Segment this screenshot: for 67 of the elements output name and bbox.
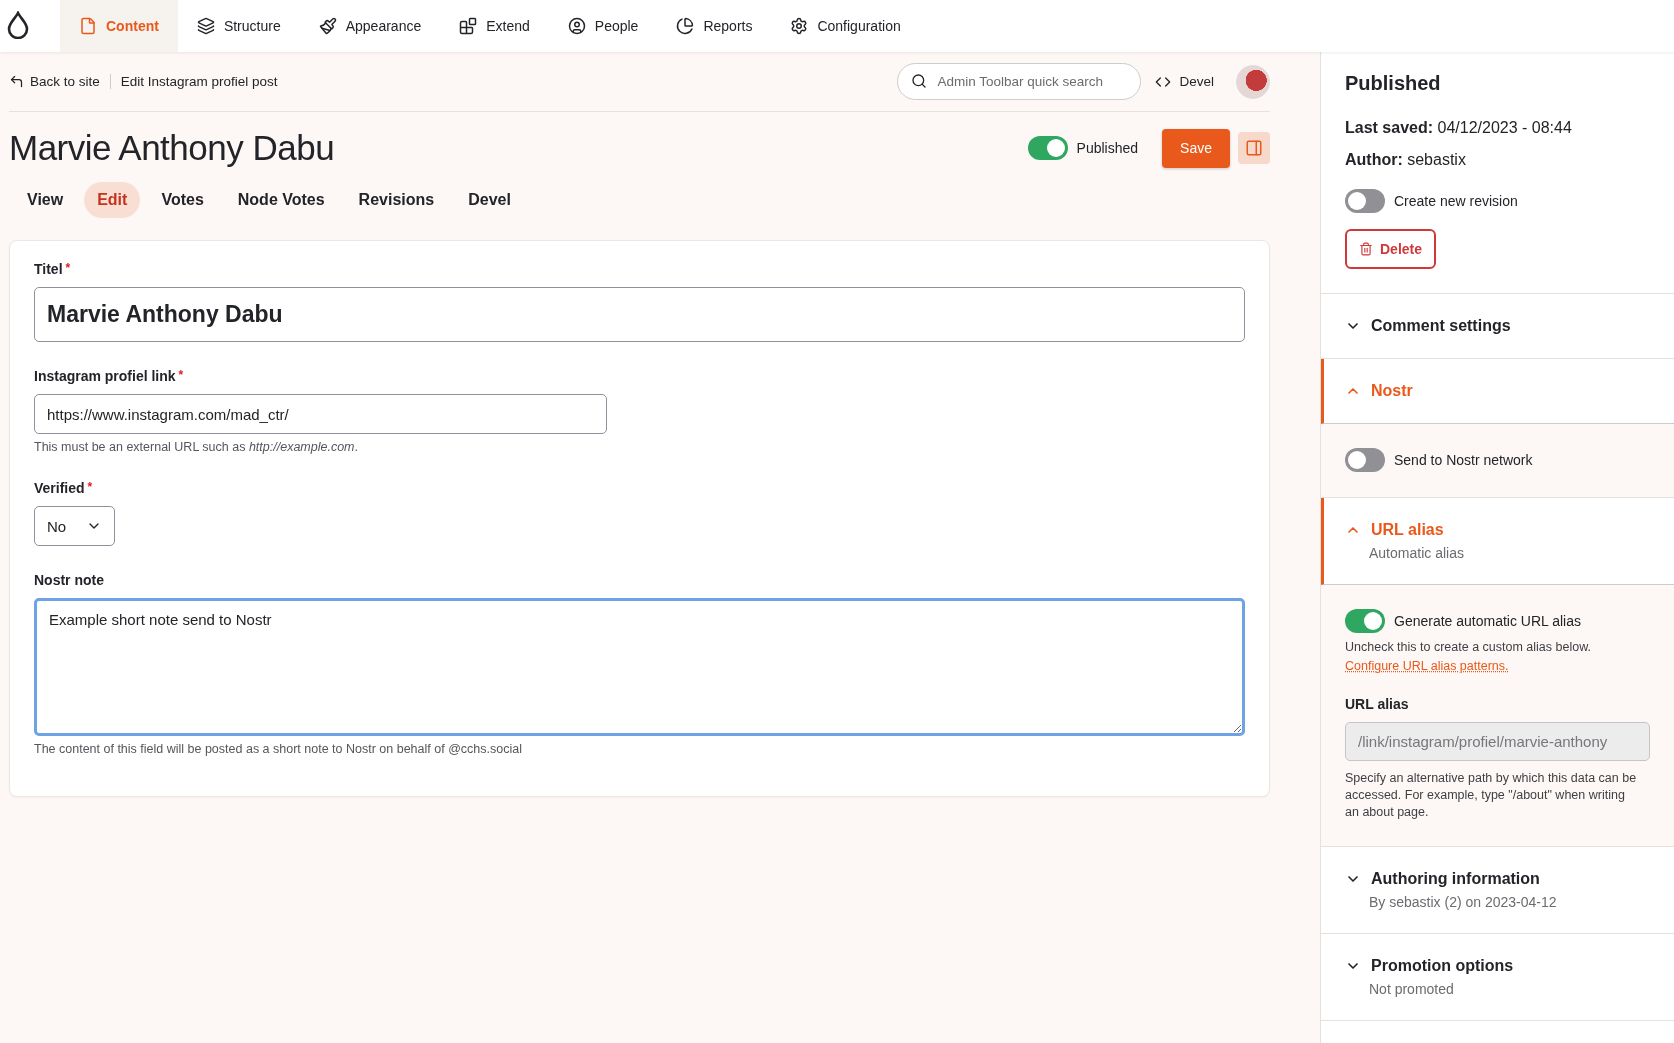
- nav-item[interactable]: People: [548, 0, 658, 52]
- pie-chart-icon: [676, 17, 695, 35]
- toggle-label: Create new revision: [1394, 193, 1518, 209]
- nav-item[interactable]: Configuration: [771, 0, 920, 52]
- tab[interactable]: Votes: [148, 182, 217, 218]
- section-summary: Automatic alias: [1369, 545, 1465, 561]
- title-field[interactable]: Marvie Anthony Dabu: [34, 287, 1245, 342]
- toggle-label: Send to Nostr network: [1394, 452, 1533, 468]
- settings-icon: [790, 17, 809, 35]
- required-mark: *: [87, 480, 93, 494]
- section-toggle[interactable]: URL alias: [1345, 521, 1650, 539]
- field-description: This must be an external URL such as http://example.com.: [34, 440, 359, 454]
- toggle-switch[interactable]: [1345, 189, 1385, 213]
- nav-item[interactable]: Appearance: [299, 0, 441, 52]
- save-button[interactable]: Save: [1162, 128, 1230, 168]
- sidebar-heading: Published: [1345, 72, 1442, 95]
- note-field[interactable]: Example short note send to Nostr: [34, 598, 1245, 736]
- field-description: The content of this field will be posted as a short note to Nostr on behalf of @cchs.social: [34, 742, 523, 756]
- sidebar-toggle-button[interactable]: [1238, 132, 1270, 164]
- last-saved-text: Last saved: 04/12/2023 - 08:44: [1345, 119, 1573, 137]
- toggle-switch[interactable]: [1345, 609, 1385, 633]
- field-label: Instagram profiel link: [34, 368, 176, 384]
- nav-item[interactable]: Reports: [657, 0, 772, 52]
- section-toggle[interactable]: Nostr: [1345, 382, 1650, 400]
- help-text: Specify an alternative path by which this data can be accessed. For example, type "/about" when writing an about page.: [1345, 769, 1638, 821]
- field-label: Nostr note: [34, 572, 104, 588]
- panel-icon: [1245, 139, 1263, 157]
- back-arrow-icon: [9, 74, 24, 89]
- url-field[interactable]: https://www.instagram.com/mad_ctr/: [34, 394, 607, 434]
- avatar[interactable]: [1236, 64, 1270, 99]
- devel-link[interactable]: Devel: [1155, 73, 1214, 90]
- toggle-switch[interactable]: [1027, 136, 1068, 160]
- delete-button[interactable]: Delete: [1345, 229, 1437, 269]
- trash-icon: [1359, 242, 1373, 256]
- author-text: Author: sebastix: [1345, 151, 1467, 169]
- section-summary: By sebastix (2) on 2023-04-12: [1369, 893, 1558, 910]
- layers-icon: [196, 17, 215, 35]
- field-label: Titel: [34, 261, 63, 277]
- help-text: Uncheck this to create a custom alias below.: [1345, 639, 1592, 656]
- blocks-icon: [459, 17, 478, 35]
- back-link[interactable]: Back to site: [9, 74, 111, 89]
- required-mark: *: [65, 261, 71, 275]
- tab[interactable]: Edit: [84, 182, 141, 218]
- breadcrumb: Edit Instagram profiel post: [119, 74, 279, 89]
- section-toggle[interactable]: Promotion options: [1345, 956, 1650, 975]
- tab[interactable]: Devel: [455, 182, 524, 218]
- toggle-switch[interactable]: [1345, 448, 1385, 472]
- section-summary: Not promoted: [1369, 980, 1455, 997]
- user-icon: [567, 17, 586, 35]
- brush-icon: [318, 17, 337, 35]
- toggle-label: Generate automatic URL alias: [1394, 613, 1582, 629]
- tab[interactable]: Revisions: [345, 182, 448, 218]
- section-toggle[interactable]: Authoring information: [1345, 869, 1650, 888]
- tab[interactable]: View: [14, 182, 77, 218]
- field-label: URL alias: [1345, 695, 1410, 712]
- field-label: Verified: [34, 480, 85, 496]
- select-field[interactable]: No: [34, 506, 115, 546]
- toggle-label: Published: [1076, 140, 1139, 156]
- tab[interactable]: Node Votes: [224, 182, 338, 218]
- search-field[interactable]: Admin Toolbar quick search: [897, 63, 1142, 100]
- section-toggle[interactable]: Comment settings: [1345, 317, 1650, 335]
- nav-item[interactable]: Structure: [177, 0, 300, 52]
- nav-item[interactable]: Extend: [440, 0, 549, 52]
- required-mark: *: [178, 368, 184, 382]
- file-icon: [79, 17, 97, 35]
- page-title: Marvie Anthony Dabu: [9, 128, 336, 168]
- drop-logo-icon[interactable]: [6, 11, 30, 39]
